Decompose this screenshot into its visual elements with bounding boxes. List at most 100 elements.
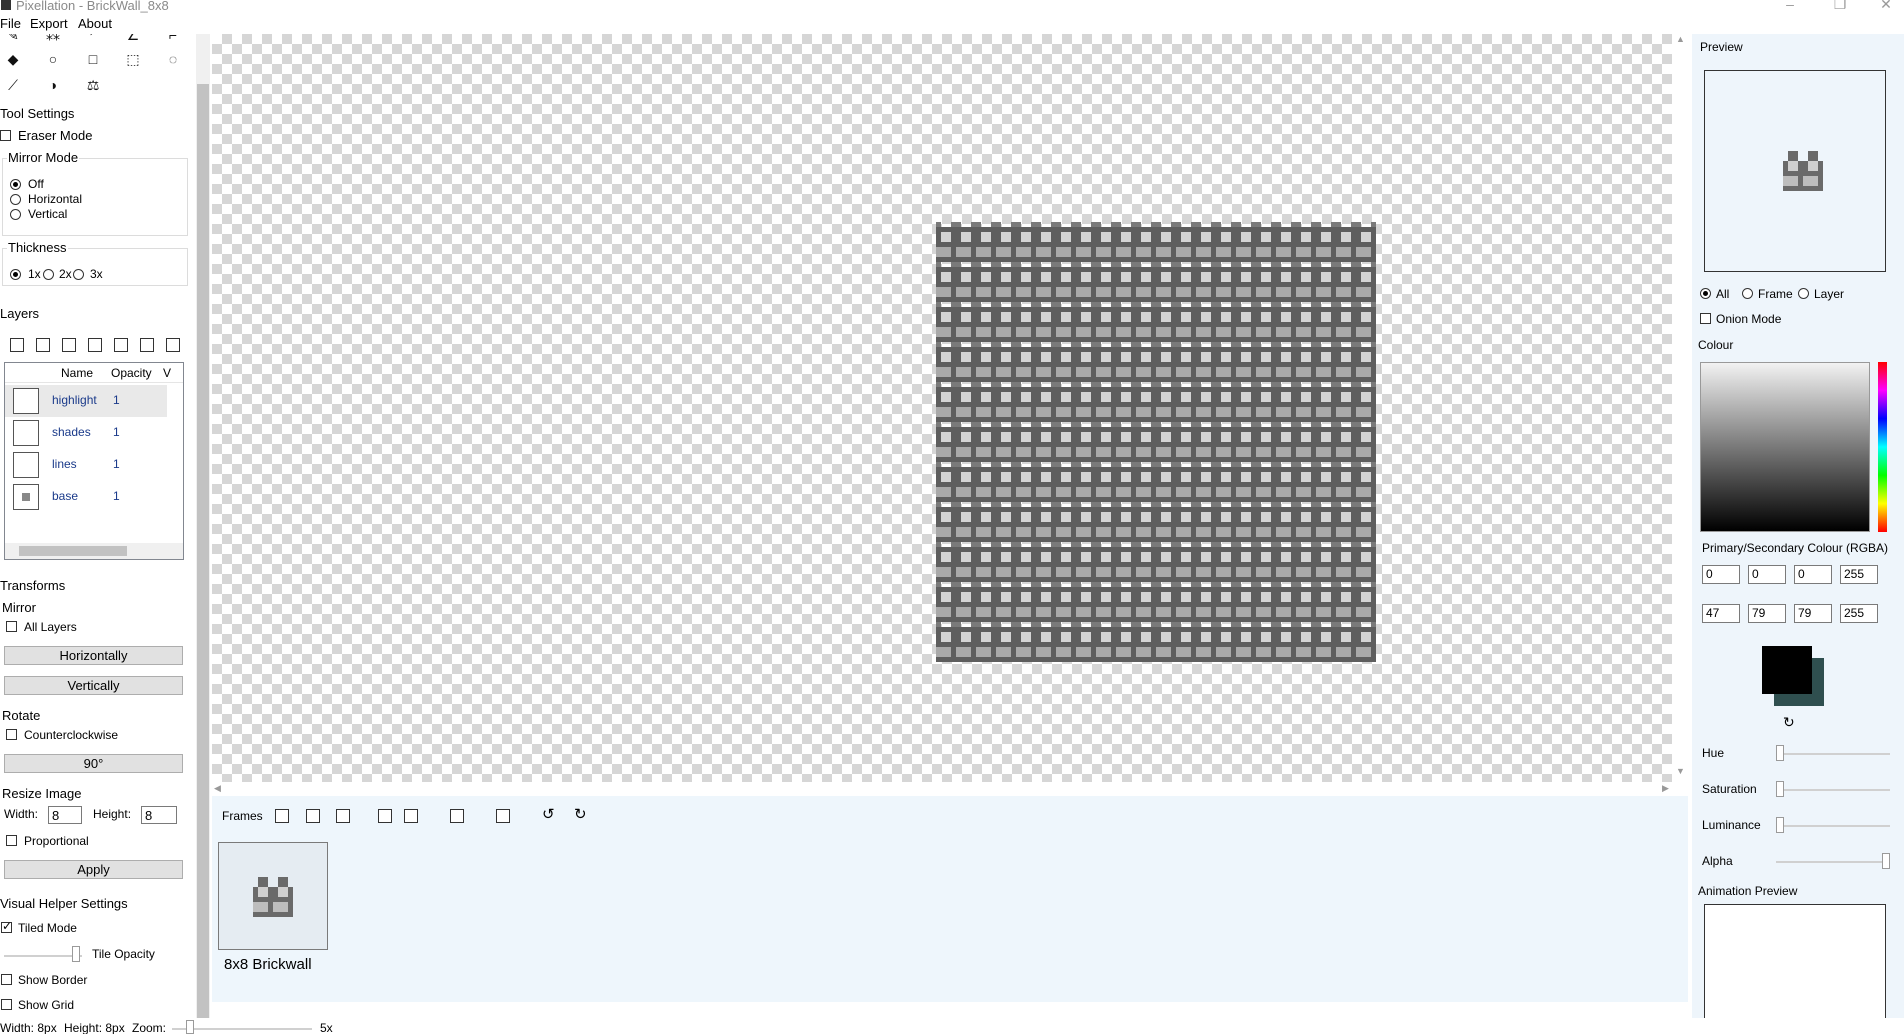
undo-icon[interactable]: ↺ bbox=[542, 805, 555, 823]
tiled-mode-checkbox[interactable] bbox=[1, 919, 12, 933]
secondary-r-input[interactable]: 47 bbox=[1702, 604, 1740, 623]
preview-all-radio[interactable] bbox=[1700, 288, 1711, 299]
frame-right-icon[interactable] bbox=[404, 809, 418, 823]
counterclockwise-checkbox[interactable] bbox=[6, 729, 17, 740]
picker-icon[interactable]: ⸍ bbox=[84, 34, 102, 44]
scroll-left-icon[interactable]: ◀ bbox=[214, 783, 221, 794]
primary-r-input[interactable]: 0 bbox=[1702, 565, 1740, 584]
left-panel-scrollbar[interactable] bbox=[196, 34, 210, 1024]
menu-file[interactable]: File bbox=[0, 16, 21, 31]
mirror-horizontal-radio[interactable] bbox=[10, 194, 21, 205]
alpha-slider-track[interactable] bbox=[1776, 861, 1890, 863]
primary-b-input[interactable]: 0 bbox=[1794, 565, 1832, 584]
apply-resize-button[interactable]: Apply bbox=[4, 860, 183, 879]
drawing-canvas-area[interactable] bbox=[212, 34, 1672, 782]
frame-left-icon[interactable] bbox=[378, 809, 392, 823]
left-scroll-thumb[interactable] bbox=[197, 84, 209, 1024]
duplicate-frame-icon[interactable] bbox=[306, 809, 320, 823]
luminance-slider-track[interactable] bbox=[1776, 825, 1890, 827]
layer-row[interactable]: shades 1 bbox=[5, 417, 167, 449]
restore-icon[interactable]: ❐ bbox=[1830, 0, 1850, 13]
scroll-down-icon[interactable]: ▼ bbox=[1676, 766, 1685, 776]
duplicate-layer-icon[interactable] bbox=[36, 338, 50, 352]
layer-row[interactable]: highlight 1 bbox=[5, 385, 167, 417]
saturation-slider-track[interactable] bbox=[1776, 789, 1890, 791]
layers-hscroll-thumb[interactable] bbox=[19, 546, 127, 556]
zoom-slider-thumb[interactable] bbox=[186, 1020, 194, 1034]
layer-properties-icon[interactable] bbox=[166, 338, 180, 352]
column-visible[interactable]: V bbox=[163, 366, 171, 380]
layer-up-icon[interactable] bbox=[88, 338, 102, 352]
layer-row[interactable]: lines 1 bbox=[5, 449, 167, 481]
scroll-right-icon[interactable]: ▶ bbox=[1662, 783, 1669, 794]
colour-picker-gradient[interactable] bbox=[1700, 362, 1870, 532]
merge-frame-icon[interactable] bbox=[336, 809, 350, 823]
onion-mode-checkbox[interactable] bbox=[1700, 313, 1711, 324]
primary-g-input[interactable]: 0 bbox=[1748, 565, 1786, 584]
column-opacity[interactable]: Opacity bbox=[111, 366, 152, 380]
hue-slider-track[interactable] bbox=[1776, 753, 1890, 755]
primary-a-input[interactable]: 255 bbox=[1840, 565, 1878, 584]
thickness-3x-radio[interactable] bbox=[73, 269, 84, 280]
select-icon[interactable]: ⌐ bbox=[164, 34, 182, 44]
frame-properties-icon[interactable] bbox=[450, 809, 464, 823]
pixel-canvas[interactable] bbox=[936, 222, 1376, 662]
minimize-icon[interactable]: – bbox=[1780, 0, 1800, 12]
rect-select-icon[interactable]: ⬚ bbox=[124, 50, 142, 68]
menu-export[interactable]: Export bbox=[30, 16, 68, 31]
height-input[interactable]: 8 bbox=[141, 806, 177, 824]
ellipse-select-icon[interactable]: ◌ bbox=[164, 50, 182, 68]
delete-layer-icon[interactable] bbox=[140, 338, 154, 352]
show-border-checkbox[interactable] bbox=[1, 974, 12, 985]
spray-icon[interactable]: ⁂ bbox=[44, 34, 62, 44]
mirror-horizontally-button[interactable]: Horizontally bbox=[4, 646, 183, 665]
width-input[interactable]: 8 bbox=[48, 806, 82, 824]
scroll-up-icon[interactable]: ▲ bbox=[1676, 34, 1685, 44]
all-layers-checkbox[interactable] bbox=[6, 621, 17, 632]
luminance-slider-thumb[interactable] bbox=[1776, 817, 1784, 833]
eraser-mode-checkbox[interactable] bbox=[0, 130, 11, 141]
secondary-a-input[interactable]: 255 bbox=[1840, 604, 1878, 623]
secondary-b-input[interactable]: 79 bbox=[1794, 604, 1832, 623]
pencil-icon[interactable]: ✎ bbox=[4, 34, 22, 44]
primary-colour-swatch[interactable] bbox=[1762, 646, 1812, 694]
mirror-vertically-button[interactable]: Vertically bbox=[4, 676, 183, 695]
menu-about[interactable]: About bbox=[78, 16, 112, 31]
layer-down-icon[interactable] bbox=[114, 338, 128, 352]
merge-layer-icon[interactable] bbox=[62, 338, 76, 352]
rotate-90-button[interactable]: 90° bbox=[4, 754, 183, 773]
thickness-1x-radio[interactable] bbox=[10, 269, 21, 280]
brush-icon[interactable]: ⟋ bbox=[4, 76, 22, 94]
delete-frame-icon[interactable] bbox=[496, 809, 510, 823]
proportional-checkbox[interactable] bbox=[6, 835, 17, 846]
preview-frame-radio[interactable] bbox=[1742, 288, 1753, 299]
ellipse-icon[interactable]: ○ bbox=[44, 50, 62, 68]
add-layer-icon[interactable] bbox=[10, 338, 24, 352]
swap-colours-icon[interactable]: ↻ bbox=[1783, 714, 1795, 731]
rectangle-icon[interactable]: □ bbox=[84, 50, 102, 68]
frame-thumbnail[interactable] bbox=[218, 842, 328, 950]
tile-opacity-thumb[interactable] bbox=[72, 946, 80, 962]
canvas-vscrollbar[interactable]: ▲ ▼ bbox=[1674, 34, 1688, 782]
balance-icon[interactable]: ⚖ bbox=[84, 76, 102, 94]
column-name[interactable]: Name bbox=[61, 366, 93, 380]
dither-icon[interactable]: ◑ bbox=[44, 76, 62, 94]
layers-list[interactable]: Name Opacity V highlight 1 shades 1 line… bbox=[4, 362, 184, 560]
close-icon[interactable]: ✕ bbox=[1876, 0, 1896, 13]
add-frame-icon[interactable] bbox=[275, 809, 289, 823]
hue-slider-thumb[interactable] bbox=[1776, 745, 1784, 761]
preview-layer-radio[interactable] bbox=[1798, 288, 1809, 299]
tile-opacity-track[interactable] bbox=[4, 955, 82, 957]
layer-row[interactable]: base 1 bbox=[5, 481, 167, 513]
show-grid-checkbox[interactable] bbox=[1, 999, 12, 1010]
redo-icon[interactable]: ↻ bbox=[574, 805, 587, 823]
layers-hscrollbar[interactable] bbox=[5, 543, 183, 559]
hue-strip[interactable] bbox=[1878, 362, 1887, 532]
fill-icon[interactable]: ◆ bbox=[4, 50, 22, 68]
tiled-brick-image[interactable] bbox=[936, 222, 1376, 662]
mirror-off-radio[interactable] bbox=[10, 179, 21, 190]
canvas-hscrollbar[interactable]: ◀ ▶ bbox=[212, 782, 1674, 796]
line-icon[interactable]: ∠ bbox=[124, 34, 142, 44]
secondary-g-input[interactable]: 79 bbox=[1748, 604, 1786, 623]
thickness-2x-radio[interactable] bbox=[43, 269, 54, 280]
